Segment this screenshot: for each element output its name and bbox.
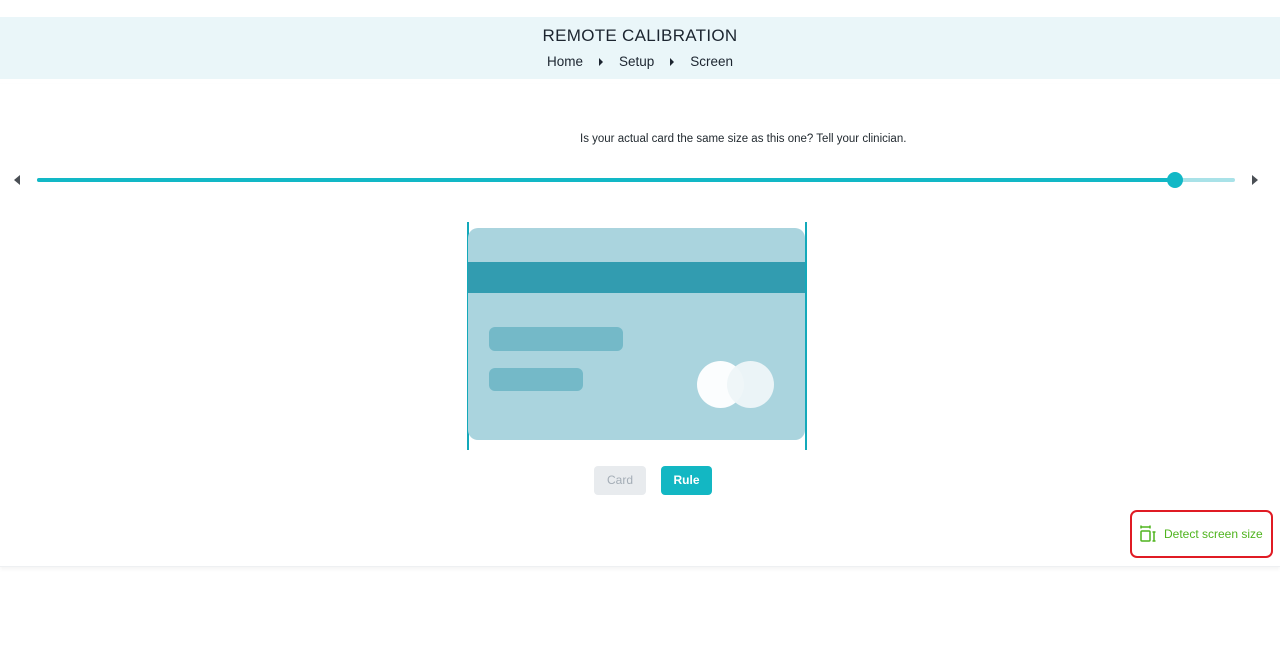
breadcrumb-setup[interactable]: Setup <box>619 54 654 69</box>
right-guide-line <box>805 222 807 450</box>
instruction-text: Is your actual card the same size as thi… <box>580 133 907 145</box>
breadcrumb-screen: Screen <box>690 54 734 69</box>
slider-fill <box>37 178 1176 182</box>
page-header: REMOTE CALIBRATION Home Setup Screen <box>0 17 1280 79</box>
size-slider[interactable] <box>37 172 1235 188</box>
detect-screen-size-button[interactable]: Detect screen size <box>1130 510 1273 558</box>
detect-screen-size-label: Detect screen size <box>1164 527 1263 541</box>
card-mode-button[interactable]: Card <box>594 466 646 495</box>
rule-mode-button[interactable]: Rule <box>661 466 712 495</box>
top-gap <box>0 0 1280 17</box>
card-text-placeholder <box>489 368 583 391</box>
credit-card-illustration <box>468 228 805 440</box>
slider-thumb[interactable] <box>1167 172 1184 188</box>
card-text-placeholder <box>489 327 623 351</box>
breadcrumb-home[interactable]: Home <box>547 54 583 69</box>
page-title: REMOTE CALIBRATION <box>542 26 738 45</box>
breadcrumb-separator-icon <box>598 57 603 66</box>
increase-arrow-icon[interactable] <box>1252 175 1258 185</box>
card-magnetic-stripe <box>468 262 805 293</box>
card-preview <box>467 222 807 450</box>
breadcrumb-separator-icon <box>670 57 675 66</box>
decrease-arrow-icon[interactable] <box>14 175 20 185</box>
screen-size-icon <box>1140 525 1156 542</box>
breadcrumb: Home Setup Screen <box>0 54 1280 69</box>
card-logo-circle <box>727 361 774 408</box>
